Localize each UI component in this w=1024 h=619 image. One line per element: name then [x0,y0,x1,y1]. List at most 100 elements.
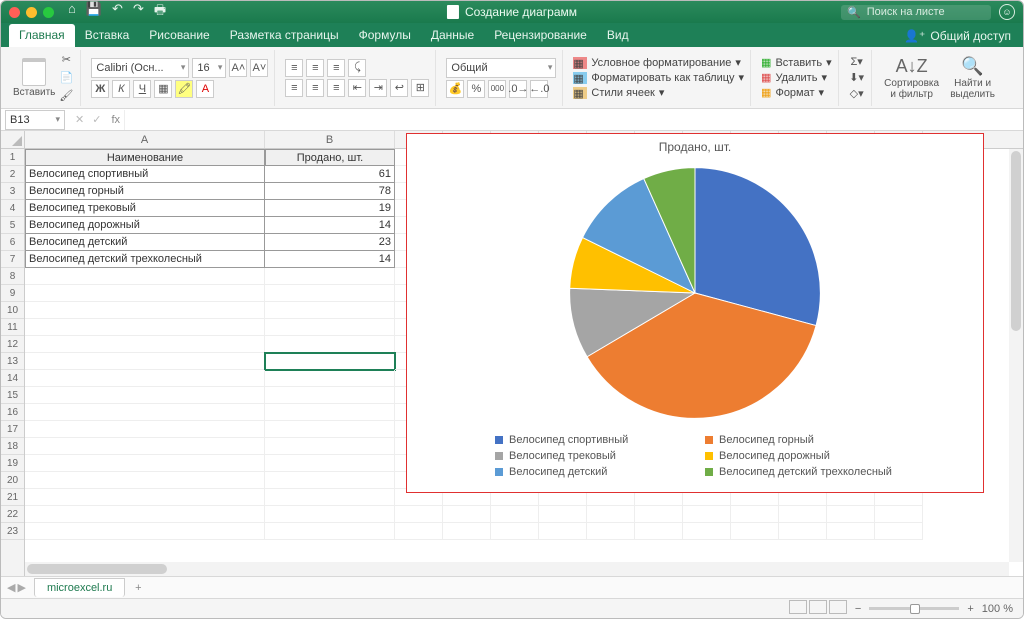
zoom-in-button[interactable]: + [967,603,973,615]
row-header-10[interactable]: 10 [1,302,24,319]
cell[interactable] [265,506,395,523]
tab-Разметка страницы[interactable]: Разметка страницы [220,24,349,47]
row-headers[interactable]: 1234567891011121314151617181920212223 [1,149,25,576]
row-header-21[interactable]: 21 [1,489,24,506]
align-bottom-icon[interactable]: ≡ [327,59,345,77]
cell[interactable]: Велосипед дорожный [25,217,265,234]
tab-Рецензирование[interactable]: Рецензирование [484,24,597,47]
sort-filter-button[interactable]: A↓Z Сортировка и фильтр [882,56,942,100]
horizontal-scrollbar[interactable] [25,562,1009,576]
bold-button[interactable]: Ж [91,80,109,98]
row-header-13[interactable]: 13 [1,353,24,370]
row-header-6[interactable]: 6 [1,234,24,251]
cell[interactable] [25,489,265,506]
clear-icon[interactable]: ◇▾ [849,87,865,101]
cell[interactable] [265,268,395,285]
maximize-button[interactable] [43,7,54,18]
zoom-slider[interactable] [869,607,959,610]
cell[interactable] [635,506,683,523]
cell[interactable] [779,506,827,523]
cancel-formula-icon[interactable]: ✕ [75,113,84,126]
indent-dec-icon[interactable]: ⇤ [348,79,366,97]
cell[interactable] [779,523,827,540]
find-select-button[interactable]: 🔍 Найти и выделить [945,56,1001,100]
font-size-select[interactable]: 16 [192,58,226,78]
cell[interactable] [25,472,265,489]
fx-label[interactable]: fx [107,114,124,126]
search-sheet[interactable]: 🔍 Поиск на листе [841,5,991,20]
currency-icon[interactable]: 💰 [446,80,464,98]
sheet-tab[interactable]: microexcel.ru [34,578,125,597]
row-header-9[interactable]: 9 [1,285,24,302]
cell[interactable] [683,523,731,540]
spreadsheet-grid[interactable]: ABCDEFGHIJKLM 12345678910111213141516171… [1,131,1023,576]
format-as-table-button[interactable]: ▦Форматировать как таблицу ▾ [573,71,744,84]
row-header-1[interactable]: 1 [1,149,24,166]
cell[interactable] [587,506,635,523]
cell[interactable] [265,336,395,353]
close-button[interactable] [9,7,20,18]
percent-icon[interactable]: % [467,80,485,98]
cell[interactable] [265,438,395,455]
align-top-icon[interactable]: ≡ [285,59,303,77]
row-header-19[interactable]: 19 [1,455,24,472]
tab-Формулы[interactable]: Формулы [349,24,421,47]
user-icon[interactable]: ☺ [999,4,1015,20]
cell[interactable] [265,523,395,540]
view-buttons[interactable] [787,600,847,617]
cell[interactable] [395,506,443,523]
select-all-corner[interactable] [1,131,25,149]
cell[interactable] [539,506,587,523]
row-header-18[interactable]: 18 [1,438,24,455]
cell[interactable] [265,319,395,336]
row-header-7[interactable]: 7 [1,251,24,268]
cell[interactable] [25,438,265,455]
cell[interactable] [265,404,395,421]
cell[interactable] [25,285,265,302]
save-icon[interactable]: 💾 [86,1,102,23]
decrease-font-icon[interactable]: A˅ [250,59,268,77]
cell[interactable] [265,370,395,387]
cut-icon[interactable]: ✂ [58,53,74,67]
redo-icon[interactable]: ↷ [133,1,144,23]
cell[interactable] [539,523,587,540]
cell[interactable] [25,353,265,370]
cell[interactable] [731,523,779,540]
pie-chart[interactable]: Продано, шт. Велосипед спортивныйВелосип… [406,133,984,493]
font-name-select[interactable]: Calibri (Осн... [91,58,189,78]
cell[interactable] [25,506,265,523]
accept-formula-icon[interactable]: ✓ [92,113,101,126]
cell[interactable] [875,523,923,540]
cell[interactable]: 14 [265,251,395,268]
cell[interactable]: 14 [265,217,395,234]
merge-icon[interactable]: ⊞ [411,79,429,97]
row-header-4[interactable]: 4 [1,200,24,217]
row-header-3[interactable]: 3 [1,183,24,200]
cell[interactable] [25,302,265,319]
row-header-8[interactable]: 8 [1,268,24,285]
tab-Главная[interactable]: Главная [9,24,75,47]
cell[interactable] [25,523,265,540]
row-header-14[interactable]: 14 [1,370,24,387]
indent-inc-icon[interactable]: ⇥ [369,79,387,97]
cell[interactable] [731,506,779,523]
cell[interactable] [635,523,683,540]
cell[interactable] [265,489,395,506]
dec-decimal-icon[interactable]: ←.0 [530,80,548,98]
row-header-2[interactable]: 2 [1,166,24,183]
paste-button[interactable]: Вставить [13,58,55,98]
cell[interactable]: Наименование [25,149,265,166]
cell[interactable] [443,506,491,523]
row-header-11[interactable]: 11 [1,319,24,336]
row-header-16[interactable]: 16 [1,404,24,421]
cell[interactable] [25,404,265,421]
cell[interactable] [491,523,539,540]
cell[interactable] [491,506,539,523]
cell[interactable] [25,336,265,353]
undo-icon[interactable]: ↶ [112,1,123,23]
cell[interactable]: Велосипед спортивный [25,166,265,183]
cell[interactable] [265,387,395,404]
cell[interactable]: Велосипед детский [25,234,265,251]
copy-icon[interactable]: 📄 [58,71,74,85]
share-button[interactable]: 👤⁺Общий доступ [892,25,1023,47]
